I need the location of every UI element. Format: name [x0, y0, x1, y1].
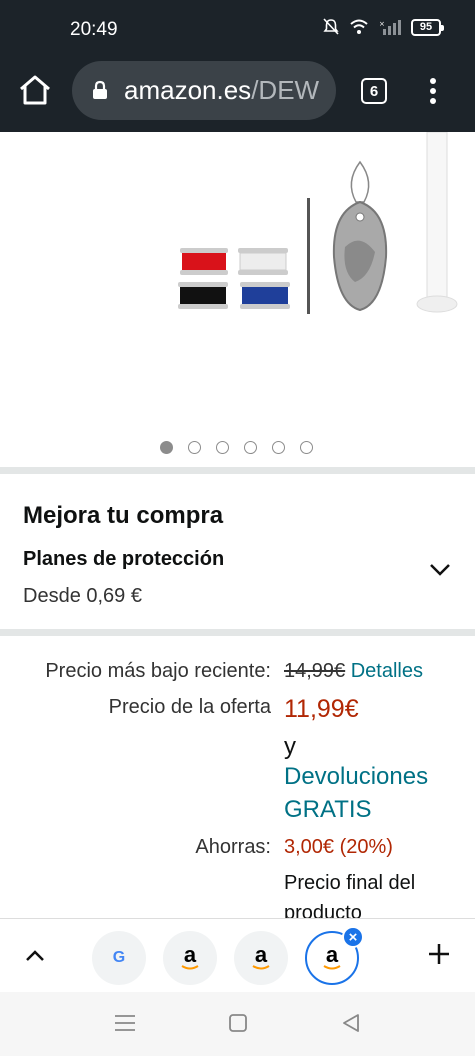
carousel-dot[interactable]	[300, 441, 313, 454]
url-domain: amazon.es	[124, 75, 252, 105]
and-text: y	[284, 733, 296, 760]
amazon-smile-icon	[181, 965, 199, 970]
product-image[interactable]	[0, 132, 475, 422]
browser-toolbar: 20:49 × 95 amazon.es/DEW 6	[0, 0, 475, 132]
final-price-note-line1: Precio final del	[284, 872, 416, 894]
free-returns-link-line1[interactable]: Devoluciones	[284, 763, 428, 791]
savings-value: 3,00€ (20%)	[284, 836, 393, 858]
deal-price-value: 11,99€	[284, 695, 359, 723]
free-returns-link-line2[interactable]: GRATIS	[284, 796, 372, 824]
protection-plan-price: Desde 0,69 €	[23, 585, 142, 607]
tab-amazon[interactable]: a	[163, 931, 217, 985]
details-link[interactable]: Detalles	[351, 660, 423, 682]
chevron-up-icon[interactable]	[24, 949, 46, 963]
carousel-dot[interactable]	[244, 441, 257, 454]
recent-low-price-value: 14,99€	[284, 660, 346, 682]
upgrade-title: Mejora tu compra	[23, 502, 224, 529]
savings-label: Ahorras:	[195, 836, 271, 858]
url-text: amazon.es/DEW	[124, 75, 319, 106]
section-divider	[0, 467, 475, 474]
sewing-kit-image	[178, 132, 458, 314]
carousel-dot[interactable]	[188, 441, 201, 454]
recent-low-price-row: 14,99€ Detalles	[284, 660, 423, 683]
protection-plan-title[interactable]: Planes de protección	[23, 548, 224, 571]
amazon-smile-icon	[323, 965, 341, 970]
svg-text:×: ×	[379, 20, 385, 28]
close-tab-icon[interactable]: ×	[342, 926, 364, 948]
home-icon[interactable]	[18, 74, 52, 106]
carousel-dot[interactable]	[272, 441, 285, 454]
address-bar[interactable]: amazon.es/DEW	[72, 61, 336, 120]
system-navigation-bar	[0, 992, 475, 1056]
deal-price-label: Precio de la oferta	[108, 696, 271, 718]
tab-amazon[interactable]: a	[234, 931, 288, 985]
tab-switcher-button[interactable]: 6	[361, 78, 387, 104]
cell-signal-icon: ×	[379, 20, 401, 35]
image-carousel-dots[interactable]	[160, 441, 313, 454]
new-tab-plus-icon[interactable]	[426, 941, 452, 967]
back-triangle-icon[interactable]	[341, 1013, 361, 1033]
carousel-dot[interactable]	[160, 441, 173, 454]
mute-bell-icon	[323, 18, 339, 35]
amazon-smile-icon	[252, 965, 270, 970]
tab-strip: G a a a	[0, 918, 475, 992]
section-divider	[0, 629, 475, 636]
recents-menu-icon[interactable]	[114, 1014, 136, 1032]
lock-icon	[93, 80, 107, 99]
recent-low-price-label: Precio más bajo reciente:	[45, 660, 271, 682]
status-icons: × 95	[323, 18, 444, 36]
status-time: 20:49	[70, 19, 118, 40]
wifi-icon	[350, 19, 368, 34]
chevron-down-icon[interactable]	[428, 562, 452, 578]
tab-google[interactable]: G	[92, 931, 146, 985]
google-icon: G	[112, 949, 126, 966]
battery-icon: 95	[411, 18, 444, 36]
overflow-menu-icon[interactable]	[424, 76, 442, 106]
carousel-dot[interactable]	[216, 441, 229, 454]
url-path: /DEW	[251, 75, 320, 105]
home-square-icon[interactable]	[228, 1013, 248, 1033]
